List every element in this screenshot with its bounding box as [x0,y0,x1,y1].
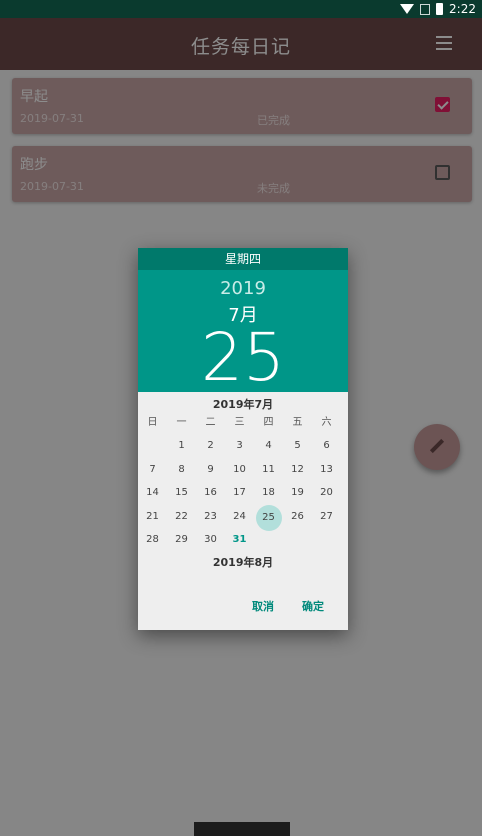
day-cell[interactable]: 2 [196,434,225,458]
calendar: 2019年7月 日一二三四五六 1 2 3 4 5 6 7 8 9 10 11 12 13 14 15 16 1… [138,392,348,630]
weekday-label: 五 [292,417,303,428]
weekday-label: 一 [176,417,187,428]
day-cell[interactable]: 18 [254,481,283,505]
day-cell[interactable]: 20 [312,481,341,505]
day-grid: 1 2 3 4 5 6 7 8 9 10 11 12 13 14 15 16 17 18 19 20 21 22 23 24 2… [138,434,348,552]
dialog-weekday: 星期四 [138,248,348,270]
day-cell[interactable]: 16 [196,481,225,505]
day-cell[interactable]: 5 [283,434,312,458]
day-cell[interactable]: 14 [138,481,167,505]
ok-button[interactable]: 确定 [302,598,324,614]
day-cell[interactable]: 3 [225,434,254,458]
weekday-label: 日 [147,417,158,428]
day-cell[interactable]: 7 [138,458,167,482]
weekday-label: 三 [234,417,245,428]
day-cell[interactable]: 13 [312,458,341,482]
dialog-day[interactable]: 25 [138,325,348,391]
day-cell[interactable]: 1 [167,434,196,458]
day-cell[interactable]: 24 [225,505,254,529]
day-cell[interactable]: 8 [167,458,196,482]
day-blank [138,434,167,458]
day-cell[interactable]: 30 [196,528,225,552]
calendar-month-title: 2019年7月 [212,398,274,411]
day-cell[interactable]: 25 [254,504,283,531]
day-cell[interactable]: 10 [225,458,254,482]
day-cell[interactable]: 31 [225,528,254,552]
day-cell[interactable]: 4 [254,434,283,458]
battery-icon [436,3,444,15]
day-cell[interactable]: 27 [312,505,341,529]
day-cell[interactable]: 22 [167,505,196,529]
next-month-title: 2019年8月 [212,555,274,569]
weekday-row: 日一二三四五六 [138,412,348,434]
day-cell[interactable]: 6 [312,434,341,458]
day-cell[interactable]: 11 [254,458,283,482]
dialog-actions: 取消 确定 [252,598,324,614]
weekday-label: 四 [263,417,274,428]
day-cell[interactable]: 15 [167,481,196,505]
status-time: 2:22 [449,2,476,16]
day-cell[interactable]: 23 [196,505,225,529]
signal-icon [420,3,431,15]
day-cell[interactable]: 12 [283,458,312,482]
day-cell[interactable]: 19 [283,481,312,505]
cancel-button[interactable]: 取消 [252,598,274,614]
dialog-header: 2019 7月 25 [138,270,348,392]
weekday-label: 二 [205,417,216,428]
day-cell[interactable]: 9 [196,458,225,482]
day-cell[interactable]: 29 [167,528,196,552]
day-cell[interactable]: 26 [283,505,312,529]
wifi-icon [400,4,415,14]
day-cell[interactable]: 21 [138,505,167,529]
date-picker-dialog: 星期四 2019 7月 25 2019年7月 日一二三四五六 123456789… [138,248,348,630]
day-cell[interactable]: 28 [138,528,167,552]
day-cell[interactable]: 17 [225,481,254,505]
dialog-year[interactable]: 2019 [138,270,348,299]
status-bar: 2:22 [0,0,482,18]
weekday-label: 六 [321,417,332,428]
